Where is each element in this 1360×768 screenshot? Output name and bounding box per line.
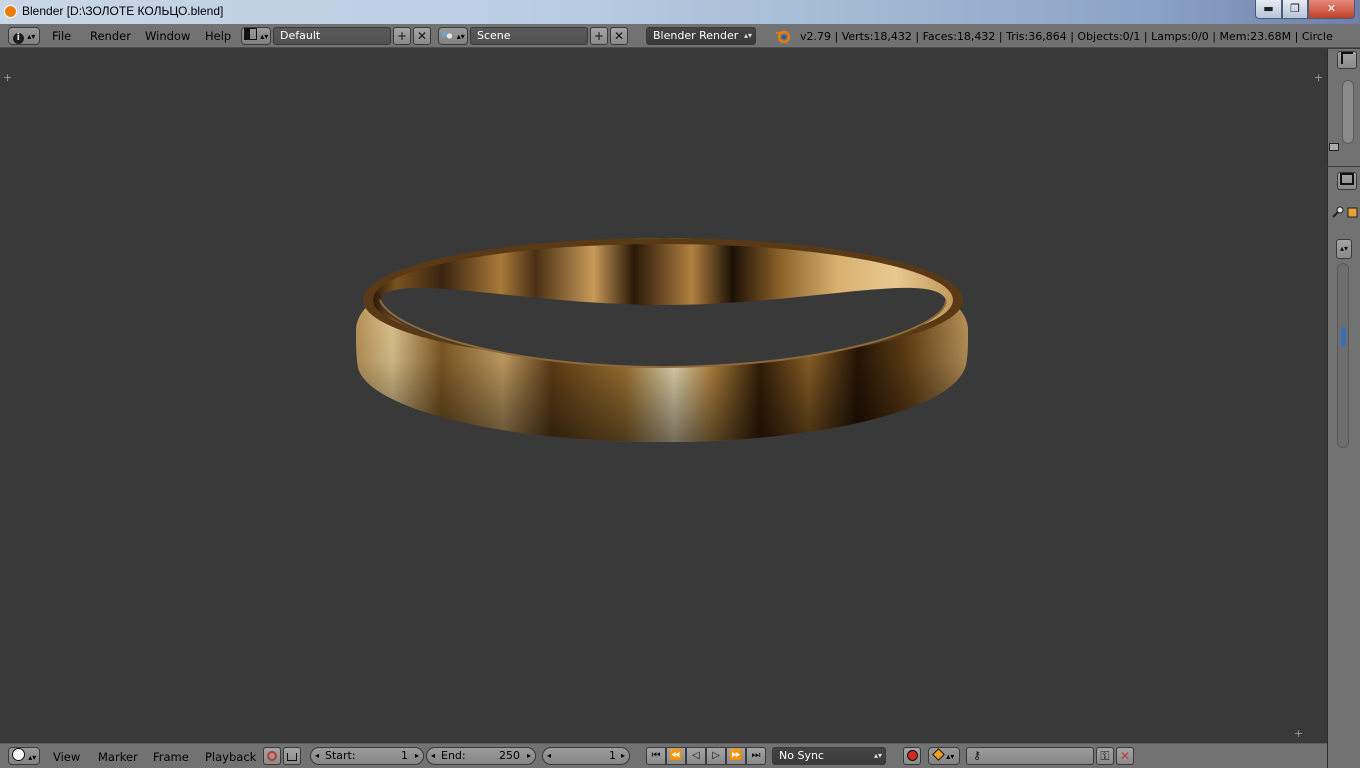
delete-key-icon: ✕ bbox=[1119, 749, 1131, 763]
jump-keyframe-forward-button[interactable]: ⏩ bbox=[726, 747, 746, 765]
editor-type-button[interactable]: i ▴▾ bbox=[8, 27, 40, 45]
window-title-bar: Blender [D:\ЗОЛОТЕ КОЛЬЦО.blend] ▬ ❐ ✕ bbox=[0, 0, 1360, 24]
camera-icon bbox=[1329, 143, 1339, 151]
menu-playback[interactable]: Playback bbox=[205, 750, 256, 764]
minimize-button[interactable]: ▬ bbox=[1255, 0, 1282, 19]
decrement-arrow-icon[interactable]: ◂ bbox=[315, 748, 319, 764]
jump-end-icon: ⏭ bbox=[751, 750, 761, 761]
jump-end-button[interactable]: ⏭ bbox=[746, 747, 766, 765]
info-header: i ▴▾ File Render Window Help ▴▾ Default … bbox=[0, 24, 1360, 48]
close-button[interactable]: ✕ bbox=[1308, 0, 1355, 19]
info-icon: i bbox=[12, 33, 24, 44]
menu-window[interactable]: Window bbox=[145, 29, 190, 43]
outliner-editor-button[interactable] bbox=[1337, 51, 1357, 69]
panel-separator bbox=[1327, 166, 1360, 167]
properties-icon bbox=[1340, 173, 1354, 185]
properties-scrollbar[interactable] bbox=[1337, 263, 1349, 448]
chevron-updown-icon: ▴▾ bbox=[946, 752, 955, 761]
increment-arrow-icon[interactable]: ▸ bbox=[621, 748, 625, 764]
rewind-icon: ⏪ bbox=[669, 750, 683, 761]
chevron-updown-icon: ▴▾ bbox=[27, 32, 36, 41]
remove-layout-button[interactable]: ✕ bbox=[413, 27, 431, 45]
end-frame-field[interactable]: ◂ End: 250 ▸ bbox=[426, 747, 536, 765]
chevron-updown-icon: ▴▾ bbox=[1339, 244, 1349, 253]
play-button[interactable]: ▷ bbox=[706, 747, 726, 765]
menu-file[interactable]: File bbox=[52, 29, 71, 43]
insert-keyframe-button[interactable]: ⚿ bbox=[1096, 747, 1114, 765]
play-icon: ▷ bbox=[712, 750, 720, 761]
sync-mode-select[interactable]: No Sync ▴▾ bbox=[772, 747, 886, 765]
start-frame-field[interactable]: ◂ Start: 1 ▸ bbox=[310, 747, 424, 765]
window-title: Blender [D:\ЗОЛОТЕ КОЛЬЦО.blend] bbox=[22, 4, 224, 18]
end-frame-value: 250 bbox=[499, 749, 520, 762]
lock-range-button[interactable] bbox=[283, 747, 301, 765]
fast-forward-icon: ⏩ bbox=[729, 750, 743, 761]
chevron-updown-icon: ▴▾ bbox=[28, 753, 37, 762]
sync-mode-label: No Sync bbox=[779, 749, 824, 762]
screen-layout-field[interactable]: Default bbox=[273, 27, 391, 45]
remove-scene-button[interactable]: ✕ bbox=[610, 27, 628, 45]
record-icon bbox=[906, 750, 918, 761]
start-frame-value: 1 bbox=[401, 749, 408, 762]
jump-start-icon: ⏮ bbox=[651, 750, 661, 761]
keying-set-icon: ⚷ bbox=[973, 749, 982, 762]
add-layout-button[interactable]: + bbox=[393, 27, 411, 45]
play-reverse-icon: ◁ bbox=[692, 750, 700, 761]
keying-set-button[interactable]: ▴▾ bbox=[928, 747, 960, 765]
screen-layout-browse-button[interactable]: ▴▾ bbox=[241, 27, 271, 45]
menu-help[interactable]: Help bbox=[205, 29, 231, 43]
properties-editor-button[interactable] bbox=[1337, 172, 1357, 190]
decrement-arrow-icon[interactable]: ◂ bbox=[547, 748, 551, 764]
properties-context-select[interactable]: ▴▾ bbox=[1336, 239, 1352, 259]
chevron-updown-icon: ▴▾ bbox=[743, 31, 752, 40]
increment-arrow-icon[interactable]: ▸ bbox=[527, 748, 531, 764]
preview-range-icon bbox=[267, 751, 277, 761]
pin-icon[interactable] bbox=[1330, 204, 1358, 220]
outliner-scrollbar[interactable] bbox=[1342, 80, 1354, 144]
delete-keyframe-button[interactable]: ✕ bbox=[1116, 747, 1134, 765]
increment-arrow-icon[interactable]: ▸ bbox=[415, 748, 419, 764]
decrement-arrow-icon[interactable]: ◂ bbox=[431, 748, 435, 764]
3d-viewport[interactable]: + + + bbox=[0, 49, 1327, 743]
add-scene-button[interactable]: + bbox=[590, 27, 608, 45]
end-frame-label: End: bbox=[441, 749, 466, 762]
clock-icon bbox=[11, 748, 25, 761]
current-frame-value: 1 bbox=[609, 749, 616, 762]
gold-ring-object[interactable] bbox=[0, 49, 1327, 743]
key-icon: ⚿ bbox=[1100, 749, 1110, 763]
current-frame-field[interactable]: ◂ 1 ▸ bbox=[542, 747, 630, 765]
chevron-updown-icon: ▴▾ bbox=[873, 751, 882, 760]
timeline-header: ▴▾ View Marker Frame Playback ◂ Start: 1… bbox=[0, 743, 1327, 768]
preview-range-button[interactable] bbox=[263, 747, 281, 765]
render-engine-select[interactable]: Blender Render ▴▾ bbox=[646, 27, 756, 45]
play-reverse-button[interactable]: ◁ bbox=[686, 747, 706, 765]
auto-keying-button[interactable] bbox=[903, 747, 921, 765]
chevron-updown-icon: ▴▾ bbox=[260, 32, 269, 41]
menu-marker[interactable]: Marker bbox=[98, 750, 138, 764]
outliner-icon bbox=[1341, 52, 1353, 64]
render-engine-label: Blender Render bbox=[653, 29, 739, 42]
scene-icon bbox=[441, 30, 454, 40]
scrollbar-thumb[interactable] bbox=[1341, 327, 1346, 347]
menu-view[interactable]: View bbox=[53, 750, 80, 764]
active-keying-set-field[interactable]: ⚷ bbox=[966, 747, 1094, 765]
jump-start-button[interactable]: ⏮ bbox=[646, 747, 666, 765]
chevron-updown-icon: ▴▾ bbox=[456, 32, 465, 41]
blender-logo-icon bbox=[775, 29, 791, 44]
scene-browse-button[interactable]: ▴▾ bbox=[438, 27, 468, 45]
lock-icon bbox=[287, 753, 297, 761]
blender-logo-icon bbox=[4, 5, 17, 18]
maximize-button[interactable]: ❐ bbox=[1282, 0, 1308, 19]
layout-grid-icon bbox=[243, 28, 257, 40]
scene-field[interactable]: Scene bbox=[470, 27, 588, 45]
timeline-editor-type-button[interactable]: ▴▾ bbox=[8, 747, 40, 765]
menu-frame[interactable]: Frame bbox=[153, 750, 189, 764]
menu-render[interactable]: Render bbox=[90, 29, 131, 43]
keyframe-icon bbox=[931, 748, 945, 761]
jump-keyframe-back-button[interactable]: ⏪ bbox=[666, 747, 686, 765]
scene-statistics: v2.79 | Verts:18,432 | Faces:18,432 | Tr… bbox=[800, 30, 1333, 43]
start-frame-label: Start: bbox=[325, 749, 356, 762]
